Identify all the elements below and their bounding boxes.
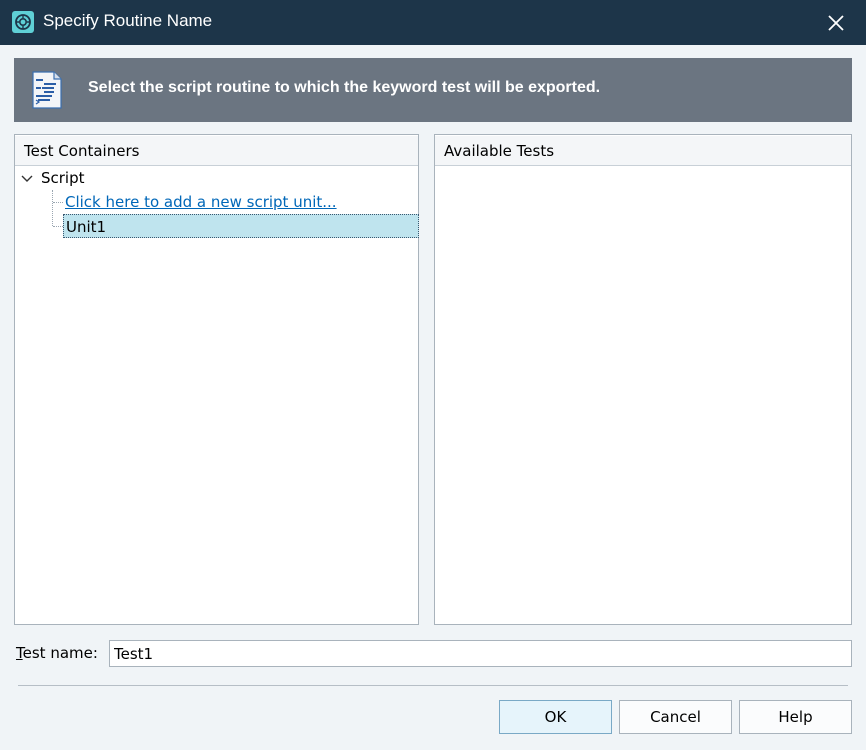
close-button[interactable] [806,0,866,45]
available-tests-header: Available Tests [435,135,851,166]
tree-connector [53,202,63,203]
test-containers-panel: Test Containers Script Click here to add… [14,134,419,625]
chevron-down-icon[interactable] [19,166,35,190]
tree-item-unit1[interactable]: Unit1 [63,214,419,238]
test-name-label: Test name: [16,644,98,662]
tree-item-script[interactable]: Script [19,166,85,190]
instruction-text: Select the script routine to which the k… [88,79,601,96]
cancel-button[interactable]: Cancel [619,700,732,734]
window-title: Specify Routine Name [43,11,213,30]
divider [18,685,848,686]
available-tests-list[interactable] [435,167,851,624]
tree-item-script-label: Script [41,169,85,187]
add-script-unit-link[interactable]: Click here to add a new script unit... [65,190,337,214]
ok-button[interactable]: OK [499,700,612,734]
test-name-input[interactable] [109,640,852,667]
available-tests-panel: Available Tests [434,134,852,625]
tree-connector [52,190,53,226]
tree-connector [53,226,63,227]
script-document-icon [32,71,62,109]
close-icon [828,14,844,31]
instruction-banner: Select the script routine to which the k… [14,58,852,122]
test-containers-header: Test Containers [15,135,418,166]
title-bar: Specify Routine Name [0,0,866,45]
testcomplete-app-icon [12,11,34,33]
help-button[interactable]: Help [739,700,852,734]
